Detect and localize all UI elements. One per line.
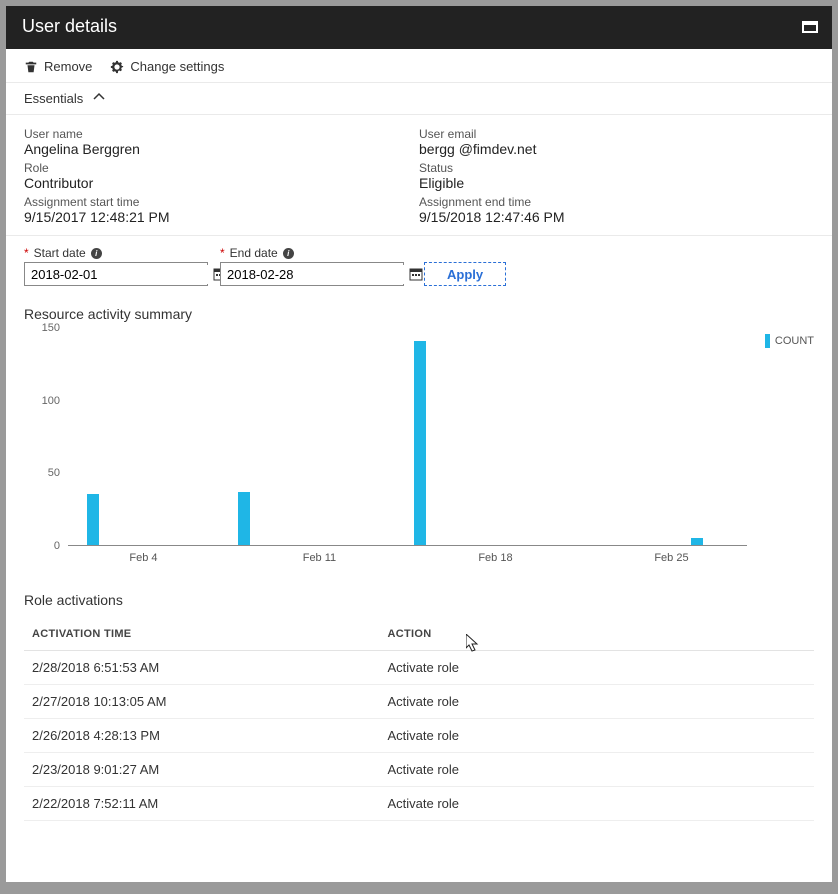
start-date-field: * Start date i [24,246,208,286]
cell-activation-time: 2/26/2018 4:28:13 PM [24,719,380,753]
chart-bar[interactable] [691,538,703,545]
status-label: Status [419,161,814,175]
legend-swatch [765,334,770,348]
y-tick-label: 150 [42,322,60,334]
panel-header: User details [6,6,832,49]
end-date-input-wrap[interactable] [220,262,404,286]
cell-activation-time: 2/28/2018 6:51:53 AM [24,651,380,685]
x-tick-label: Feb 18 [478,552,512,564]
cell-action: Activate role [380,685,815,719]
username-value: Angelina Berggren [24,141,419,157]
required-asterisk: * [24,246,29,260]
email-label: User email [419,127,814,141]
table-row[interactable]: 2/23/2018 9:01:27 AMActivate role [24,753,814,787]
chart-area: 050100150 Feb 4Feb 11Feb 18Feb 25 [24,328,747,568]
activations-title: Role activations [24,592,814,608]
chevron-up-icon [93,91,105,106]
chart-wrap: 050100150 Feb 4Feb 11Feb 18Feb 25 COUNT [24,328,814,568]
table-row[interactable]: 2/26/2018 4:28:13 PMActivate role [24,719,814,753]
end-date-input[interactable] [221,265,409,284]
remove-label: Remove [44,59,92,74]
cell-action: Activate role [380,719,815,753]
essentials-right: User email bergg @fimdev.net Status Elig… [419,123,814,225]
info-icon[interactable]: i [91,248,102,259]
maximize-icon[interactable] [802,21,818,33]
table-row[interactable]: 2/27/2018 10:13:05 AMActivate role [24,685,814,719]
end-date-label: * End date i [220,246,404,260]
x-tick-label: Feb 11 [303,552,336,564]
role-label: Role [24,161,419,175]
date-filter-row: * Start date i * End date i [6,236,832,290]
essentials-toggle[interactable]: Essentials [6,83,832,115]
table-row[interactable]: 2/28/2018 6:51:53 AMActivate role [24,651,814,685]
start-time-value: 9/15/2017 12:48:21 PM [24,209,419,225]
essentials-heading: Essentials [24,91,83,106]
cell-action: Activate role [380,651,815,685]
start-date-label: * Start date i [24,246,208,260]
essentials-left: User name Angelina Berggren Role Contrib… [24,123,419,225]
table-row[interactable]: 2/22/2018 7:52:11 AMActivate role [24,787,814,821]
calendar-icon[interactable] [409,267,423,281]
x-tick-label: Feb 25 [654,552,688,564]
cell-activation-time: 2/27/2018 10:13:05 AM [24,685,380,719]
chart-title: Resource activity summary [24,306,814,322]
change-settings-button[interactable]: Change settings [110,59,224,74]
apply-button[interactable]: Apply [424,262,506,286]
email-value: bergg @fimdev.net [419,141,814,157]
page-title: User details [22,16,117,37]
end-time-label: Assignment end time [419,195,814,209]
start-time-label: Assignment start time [24,195,419,209]
y-tick-label: 0 [54,540,60,552]
col-activation-time[interactable]: ACTIVATION TIME [24,618,380,651]
y-tick-label: 50 [48,467,60,479]
chart-bar[interactable] [238,492,250,545]
legend-label: COUNT [775,335,814,347]
settings-label: Change settings [130,59,224,74]
chart-legend: COUNT [765,334,814,348]
cell-action: Activate role [380,753,815,787]
y-tick-label: 100 [42,395,60,407]
trash-icon [24,60,38,74]
role-activations-section: Role activations ACTIVATION TIME ACTION … [6,568,832,882]
toolbar: Remove Change settings [6,49,832,83]
user-details-panel: User details Remove Change settings Esse… [6,6,832,882]
start-date-input-wrap[interactable] [24,262,208,286]
role-value: Contributor [24,175,419,191]
x-tick-label: Feb 4 [129,552,157,564]
username-label: User name [24,127,419,141]
col-action[interactable]: ACTION [380,618,815,651]
start-date-input[interactable] [25,265,213,284]
status-value: Eligible [419,175,814,191]
end-date-field: * End date i [220,246,404,286]
cell-activation-time: 2/23/2018 9:01:27 AM [24,753,380,787]
essentials-body: User name Angelina Berggren Role Contrib… [6,115,832,236]
chart-bar[interactable] [414,341,426,545]
cell-activation-time: 2/22/2018 7:52:11 AM [24,787,380,821]
gear-icon [110,60,124,74]
chart-bar[interactable] [87,494,99,545]
activations-table: ACTIVATION TIME ACTION 2/28/2018 6:51:53… [24,618,814,821]
info-icon[interactable]: i [283,248,294,259]
end-time-value: 9/15/2018 12:47:46 PM [419,209,814,225]
remove-button[interactable]: Remove [24,59,92,74]
chart-section: Resource activity summary 0 50 100 150 Feb … [6,290,832,568]
cell-action: Activate role [380,787,815,821]
required-asterisk: * [220,246,225,260]
